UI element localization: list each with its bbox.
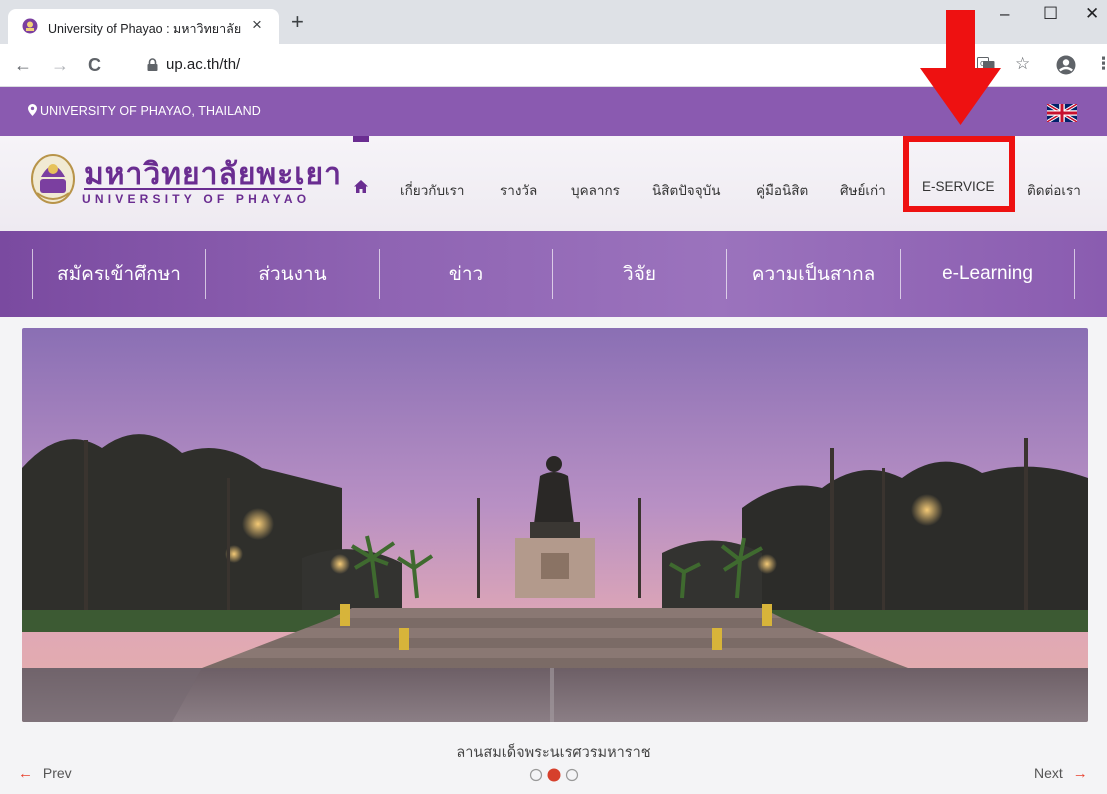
hero-slide-image xyxy=(22,328,1088,722)
category-nav-bar: สมัครเข้าศึกษา ส่วนงาน ข่าว วิจัย ความเป… xyxy=(0,231,1107,317)
prev-slide-button[interactable]: ← Prev xyxy=(18,765,72,782)
nav-current-students[interactable]: นิสิตปัจจุบัน xyxy=(652,179,720,201)
nav-awards[interactable]: รางวัล xyxy=(500,179,537,201)
nav-contact-us[interactable]: ติดต่อเรา xyxy=(1027,179,1081,201)
category-research[interactable]: วิจัย xyxy=(553,231,726,317)
nav-about-us[interactable]: เกี่ยวกับเรา xyxy=(400,179,464,201)
forward-arrow-icon[interactable]: → xyxy=(51,54,69,76)
next-label: Next xyxy=(1034,765,1063,781)
new-tab-icon[interactable]: + xyxy=(291,11,304,33)
next-slide-button[interactable]: Next → xyxy=(1034,765,1088,782)
prev-label: Prev xyxy=(42,765,72,781)
hero-slider[interactable] xyxy=(22,328,1088,722)
back-arrow-icon[interactable]: ← xyxy=(14,54,32,76)
location-line: UNIVERSITY OF PHAYAO, THAILAND xyxy=(28,104,261,118)
category-departments[interactable]: ส่วนงาน xyxy=(206,231,379,317)
tab-close-icon[interactable]: × xyxy=(252,14,262,36)
logo-divider xyxy=(84,188,302,190)
university-name-thai[interactable]: มหาวิทยาลัยพะเยา xyxy=(84,151,342,198)
nav-staff[interactable]: บุคลากร xyxy=(571,179,620,201)
category-admission[interactable]: สมัครเข้าศึกษา xyxy=(33,231,205,317)
slide-caption: ลานสมเด็จพระนเรศวรมหาราช xyxy=(456,745,651,761)
location-pin-icon xyxy=(28,104,37,116)
location-text: UNIVERSITY OF PHAYAO, THAILAND xyxy=(40,104,261,118)
university-name-english[interactable]: UNIVERSITY OF PHAYAO xyxy=(82,192,310,206)
category-news[interactable]: ข่าว xyxy=(380,231,552,317)
red-down-arrow-icon xyxy=(920,10,1001,125)
tab-title: University of Phayao : มหาวิทยาลัย xyxy=(48,22,242,36)
slide-dot-3[interactable] xyxy=(565,768,579,782)
lock-icon[interactable] xyxy=(147,58,158,71)
active-nav-marker xyxy=(353,136,369,142)
maximize-icon[interactable]: ☐ xyxy=(1043,3,1058,25)
bookmark-star-icon[interactable]: ☆ xyxy=(1015,53,1030,75)
slide-indicator-dots[interactable] xyxy=(529,767,589,783)
address-bar-url[interactable]: up.ac.th/th/ xyxy=(166,56,240,73)
category-e-learning[interactable]: e-Learning xyxy=(901,231,1074,317)
university-seal-icon[interactable] xyxy=(31,149,75,205)
right-arrow-icon: → xyxy=(1072,765,1088,782)
slide-dot-1[interactable] xyxy=(529,768,543,782)
left-arrow-icon: ← xyxy=(18,765,33,782)
website-viewport: UNIVERSITY OF PHAYAO, THAILAND มหาวิทยาล… xyxy=(0,87,1107,794)
window-close-icon[interactable]: ✕ xyxy=(1085,3,1099,25)
category-internationalization[interactable]: ความเป็นสากล xyxy=(727,231,900,317)
uk-flag-language-icon[interactable] xyxy=(1047,104,1077,122)
category-separator xyxy=(1074,249,1075,299)
home-icon[interactable] xyxy=(354,180,368,193)
reload-icon[interactable]: C xyxy=(88,54,101,76)
browser-menu-icon[interactable]: ⋮ xyxy=(1095,53,1107,75)
nav-alumni[interactable]: ศิษย์เก่า xyxy=(840,179,886,201)
slide-dot-2-active[interactable] xyxy=(547,768,561,782)
e-service-highlight-box xyxy=(903,136,1015,212)
profile-avatar-icon[interactable] xyxy=(1056,55,1076,75)
browser-tab[interactable]: University of Phayao : มหาวิทยาลัย × xyxy=(8,9,279,44)
nav-student-handbook[interactable]: คู่มือนิสิต xyxy=(756,179,808,201)
university-favicon-icon xyxy=(22,18,38,34)
